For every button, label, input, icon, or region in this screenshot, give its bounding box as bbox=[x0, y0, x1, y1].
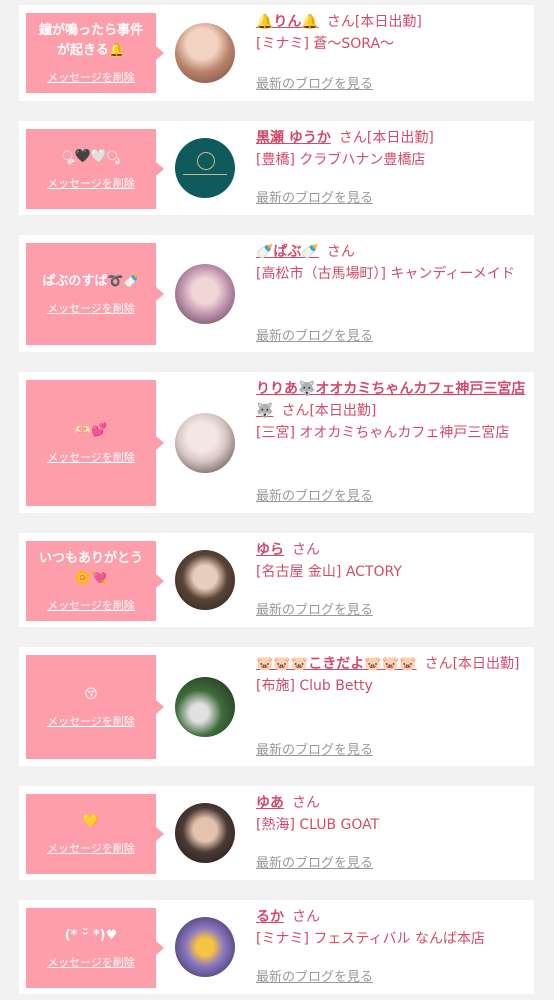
list-item: 😚 メッセージを削除 🐷🐷🐷こきだよ🐷🐷🐷 さん[本日出勤] [布施] Club … bbox=[19, 647, 534, 766]
message-bubble: 😚 メッセージを削除 bbox=[26, 655, 164, 759]
message-bubble: ೄ🖤🤍ೃ メッセージを削除 bbox=[26, 129, 164, 209]
delete-message-link[interactable]: メッセージを削除 bbox=[47, 175, 135, 191]
work-status: [本日出勤] bbox=[354, 14, 422, 30]
cast-name-link[interactable]: 🐷🐷🐷こきだよ🐷🐷🐷 bbox=[256, 656, 417, 672]
list-item: ೄ🖤🤍ೃ メッセージを削除 黒瀬 ゆうか さん[本日出勤] [豊橋] クラブハナン… bbox=[19, 121, 534, 215]
message-bubble: いつもありがとう 🌼💘 メッセージを削除 bbox=[26, 541, 164, 621]
honorific: さん bbox=[424, 656, 453, 672]
delete-message-link[interactable]: メッセージを削除 bbox=[47, 449, 135, 465]
message-bubble: 🫶🏻💕 メッセージを削除 bbox=[26, 380, 164, 506]
cast-name-link[interactable]: るか bbox=[256, 909, 284, 925]
delete-message-link[interactable]: メッセージを削除 bbox=[47, 597, 135, 613]
honorific: さん bbox=[281, 403, 310, 419]
shop-name: [豊橋] クラブハナン豊橋店 bbox=[256, 152, 426, 168]
avatar[interactable] bbox=[175, 264, 235, 324]
delete-message-link[interactable]: メッセージを削除 bbox=[47, 840, 135, 856]
shop-name: [高松市（古馬場町）] キャンディーメイド bbox=[256, 266, 515, 282]
latest-blog-link[interactable]: 最新のブログを見る bbox=[256, 599, 373, 618]
avatar[interactable] bbox=[175, 550, 235, 610]
latest-blog-link[interactable]: 最新のブログを見る bbox=[256, 966, 373, 985]
honorific: さん bbox=[338, 130, 367, 146]
cast-name-link[interactable]: ゆら bbox=[256, 542, 284, 558]
message-bubble: 💛 メッセージを削除 bbox=[26, 794, 164, 874]
latest-blog-link[interactable]: 最新のブログを見る bbox=[256, 325, 373, 344]
shop-name: [ミナミ] フェスティバル なんば本店 bbox=[256, 931, 485, 947]
cast-name-link[interactable]: 🔔りん🔔 bbox=[256, 14, 319, 30]
latest-blog-link[interactable]: 最新のブログを見る bbox=[256, 739, 373, 758]
latest-blog-link[interactable]: 最新のブログを見る bbox=[256, 187, 373, 206]
latest-blog-link[interactable]: 最新のブログを見る bbox=[256, 852, 373, 871]
message-text: ೄ🖤🤍ೃ bbox=[62, 149, 120, 164]
message-text: 鐘が鳴ったら事件 が起きる🔔 bbox=[38, 23, 143, 58]
message-bubble: (* ᵕ̈ *)♥ メッセージを削除 bbox=[26, 908, 164, 988]
cast-name-link[interactable]: 🍼ぱぶ🍼 bbox=[256, 244, 319, 260]
message-text: (* ᵕ̈ *)♥ bbox=[64, 928, 118, 943]
message-bubble: 鐘が鳴ったら事件 が起きる🔔 メッセージを削除 bbox=[26, 13, 164, 93]
list-item: 🫶🏻💕 メッセージを削除 りりあ🐺オオカミちゃんカフェ神戸三宮店🐺 さん[本日出勤… bbox=[19, 372, 534, 513]
shop-name: [熱海] CLUB GOAT bbox=[256, 817, 380, 833]
delete-message-link[interactable]: メッセージを削除 bbox=[47, 69, 135, 85]
avatar[interactable] bbox=[175, 138, 235, 198]
message-text: いつもありがとう 🌼💘 bbox=[38, 551, 143, 586]
work-status: [本日出勤] bbox=[452, 656, 520, 672]
list-item: (* ᵕ̈ *)♥ メッセージを削除 るか さん [ミナミ] フェスティバル なん… bbox=[19, 900, 534, 994]
avatar[interactable] bbox=[175, 803, 235, 863]
shop-name: [三宮] オオカミちゃんカフェ神戸三宮店 bbox=[256, 425, 510, 441]
honorific: さん bbox=[292, 542, 320, 558]
latest-blog-link[interactable]: 最新のブログを見る bbox=[256, 73, 373, 92]
shop-name: [名古屋 金山] ACTORY bbox=[256, 564, 402, 580]
list-item: 鐘が鳴ったら事件 が起きる🔔 メッセージを削除 🔔りん🔔 さん[本日出勤] [ミナ… bbox=[19, 5, 534, 101]
message-text: 🫶🏻💕 bbox=[74, 423, 108, 438]
honorific: さん bbox=[326, 244, 355, 260]
shop-name: [ミナミ] 蒼〜SORA〜 bbox=[256, 36, 395, 52]
honorific: さん bbox=[292, 795, 320, 811]
delete-message-link[interactable]: メッセージを削除 bbox=[47, 954, 135, 970]
message-text: ぱぶのすば➰🍼 bbox=[42, 274, 140, 289]
avatar[interactable] bbox=[175, 677, 235, 737]
honorific: さん bbox=[326, 14, 355, 30]
cast-name-link[interactable]: ゆあ bbox=[256, 795, 284, 811]
work-status: [本日出勤] bbox=[309, 403, 377, 419]
cast-name-link[interactable]: 黒瀬 ゆうか bbox=[256, 130, 331, 146]
work-status: [本日出勤] bbox=[366, 130, 434, 146]
message-text: 😚 bbox=[84, 687, 98, 702]
delete-message-link[interactable]: メッセージを削除 bbox=[47, 300, 135, 316]
message-bubble: ぱぶのすば➰🍼 メッセージを削除 bbox=[26, 243, 164, 345]
honorific: さん bbox=[292, 909, 320, 925]
avatar[interactable] bbox=[175, 23, 235, 83]
delete-message-link[interactable]: メッセージを削除 bbox=[47, 713, 135, 729]
list-item: ぱぶのすば➰🍼 メッセージを削除 🍼ぱぶ🍼 さん [高松市（古馬場町）] キャンデ… bbox=[19, 235, 534, 352]
list-item: 💛 メッセージを削除 ゆあ さん [熱海] CLUB GOAT 最新のブログを見る bbox=[19, 786, 534, 880]
latest-blog-link[interactable]: 最新のブログを見る bbox=[256, 485, 373, 504]
list-item: いつもありがとう 🌼💘 メッセージを削除 ゆら さん [名古屋 金山] ACTOR… bbox=[19, 533, 534, 627]
avatar[interactable] bbox=[175, 413, 235, 473]
shop-name: [布施] Club Betty bbox=[256, 678, 373, 694]
message-text: 💛 bbox=[82, 814, 100, 829]
avatar[interactable] bbox=[175, 917, 235, 977]
